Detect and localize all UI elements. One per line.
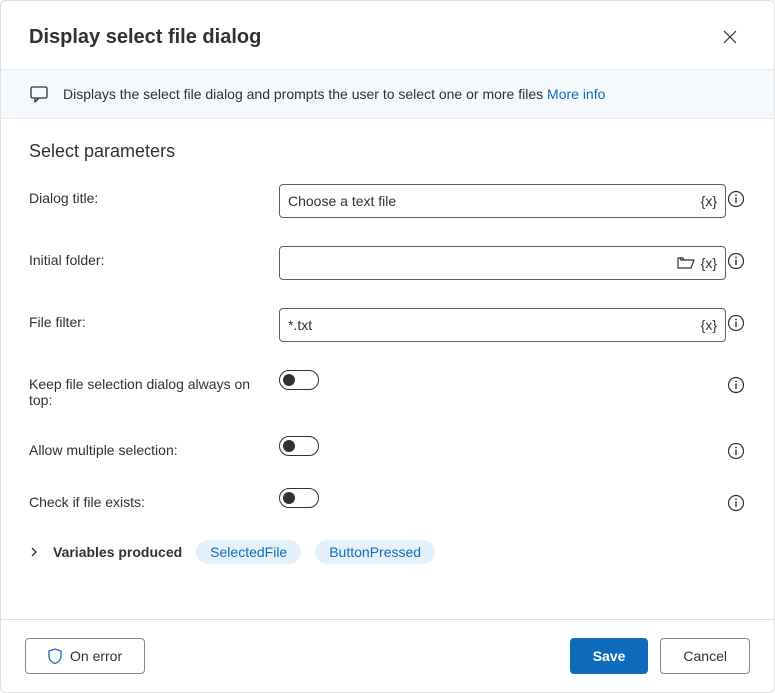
initial-folder-input[interactable]: [288, 255, 677, 271]
on-error-label: On error: [70, 648, 122, 664]
dialog-title-label: Dialog title:: [29, 184, 279, 206]
on-error-button[interactable]: On error: [25, 638, 145, 674]
variable-token-button[interactable]: {x}: [701, 255, 717, 271]
dialog-title: Display select file dialog: [29, 26, 261, 49]
param-always-on-top: Keep file selection dialog always on top…: [29, 370, 746, 408]
dialog-title-input[interactable]: [288, 193, 701, 209]
allow-multiple-label: Allow multiple selection:: [29, 436, 279, 458]
info-icon[interactable]: [727, 442, 745, 460]
shield-icon: [48, 648, 62, 664]
browse-folder-button[interactable]: [677, 255, 695, 271]
initial-folder-label: Initial folder:: [29, 246, 279, 268]
check-exists-label: Check if file exists:: [29, 488, 279, 510]
cancel-button[interactable]: Cancel: [660, 638, 750, 674]
info-icon[interactable]: [727, 190, 745, 208]
cancel-label: Cancel: [683, 648, 727, 664]
dialog-title-input-wrap[interactable]: {x}: [279, 184, 726, 218]
dialog-footer: On error Save Cancel: [1, 619, 774, 692]
always-on-top-label: Keep file selection dialog always on top…: [29, 370, 279, 408]
initial-folder-input-wrap[interactable]: {x}: [279, 246, 726, 280]
param-allow-multiple: Allow multiple selection:: [29, 436, 746, 460]
variables-produced-label: Variables produced: [53, 544, 182, 560]
param-initial-folder: Initial folder: {x}: [29, 246, 746, 280]
info-icon[interactable]: [727, 252, 745, 270]
variable-chip[interactable]: SelectedFile: [196, 540, 301, 564]
param-dialog-title: Dialog title: {x}: [29, 184, 746, 218]
dialog-container: Display select file dialog Displays the …: [0, 0, 775, 693]
info-banner: Displays the select file dialog and prom…: [1, 69, 774, 119]
file-filter-input[interactable]: [288, 317, 701, 333]
close-button[interactable]: [714, 21, 746, 53]
variable-token-button[interactable]: {x}: [701, 317, 717, 333]
variables-expand-toggle[interactable]: [29, 547, 39, 557]
always-on-top-toggle[interactable]: [279, 370, 319, 390]
dialog-content: Select parameters Dialog title: {x} Init…: [1, 119, 774, 619]
allow-multiple-toggle[interactable]: [279, 436, 319, 456]
variable-token-button[interactable]: {x}: [701, 193, 717, 209]
file-filter-label: File filter:: [29, 308, 279, 330]
folder-icon: [677, 255, 695, 271]
chevron-right-icon: [29, 547, 39, 557]
save-label: Save: [593, 648, 626, 664]
check-exists-toggle[interactable]: [279, 488, 319, 508]
close-icon: [723, 30, 737, 44]
banner-text: Displays the select file dialog and prom…: [63, 86, 605, 102]
info-icon[interactable]: [727, 494, 745, 512]
more-info-link[interactable]: More info: [547, 86, 605, 102]
param-file-filter: File filter: {x}: [29, 308, 746, 342]
variable-chip[interactable]: ButtonPressed: [315, 540, 435, 564]
dialog-header: Display select file dialog: [1, 1, 774, 69]
section-title: Select parameters: [29, 141, 746, 162]
file-filter-input-wrap[interactable]: {x}: [279, 308, 726, 342]
save-button[interactable]: Save: [570, 638, 649, 674]
variables-produced-row: Variables produced SelectedFile ButtonPr…: [29, 540, 746, 564]
info-icon[interactable]: [727, 376, 745, 394]
info-icon[interactable]: [727, 314, 745, 332]
comment-icon: [29, 84, 49, 104]
param-check-exists: Check if file exists:: [29, 488, 746, 512]
